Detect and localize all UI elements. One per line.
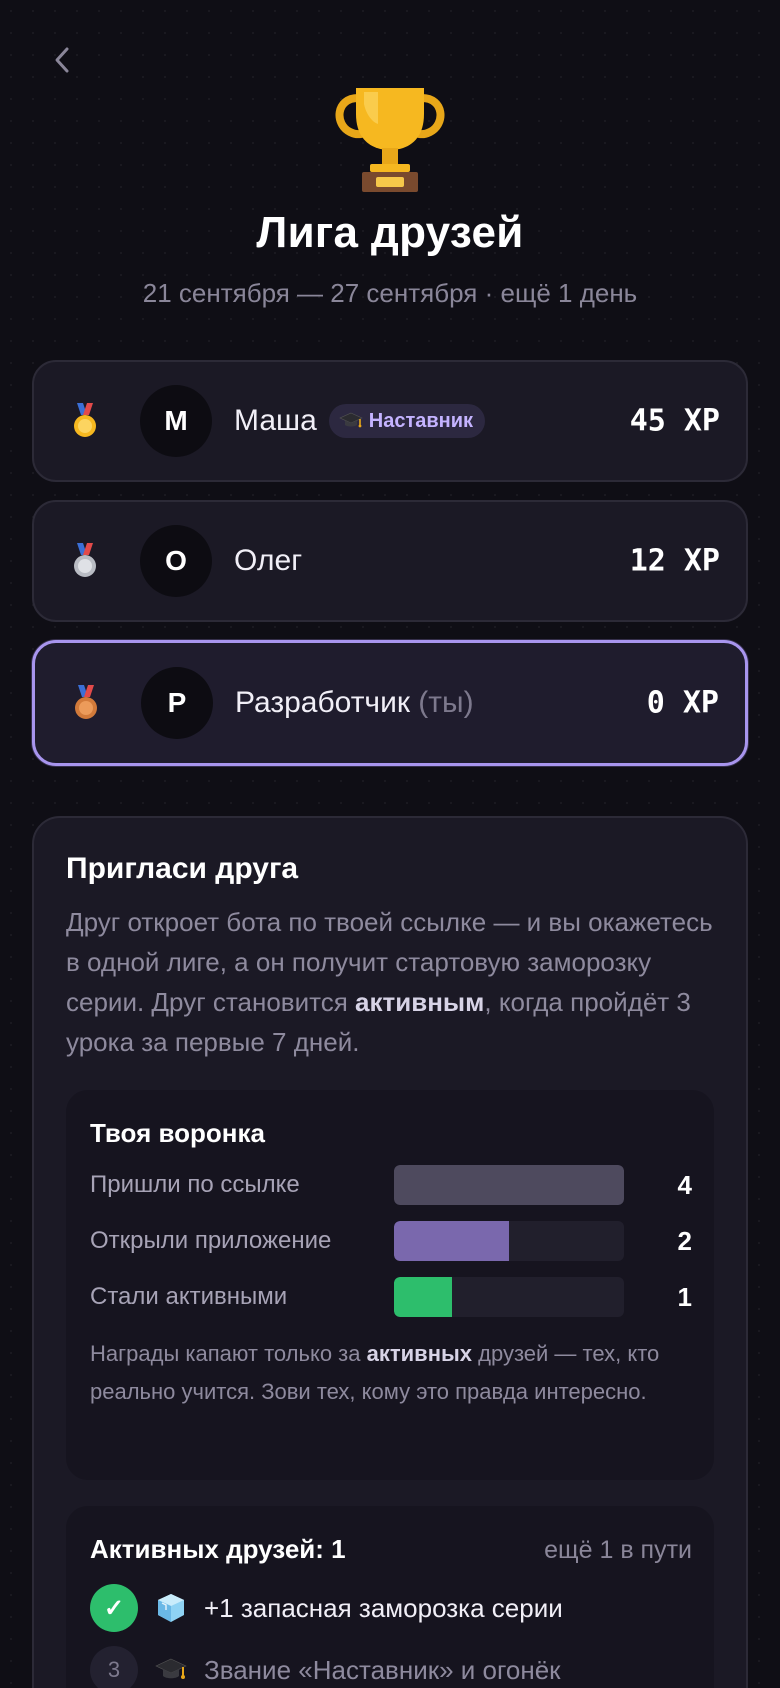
avatar: О: [140, 525, 212, 597]
funnel-title: Твоя воронка: [90, 1118, 265, 1148]
player-xp: 45 XP: [629, 403, 720, 439]
funnel-bar: [393, 1165, 625, 1205]
you-label: (ты): [418, 686, 474, 719]
active-friends-header: Активных друзей: 1 ещё 1 в пути: [90, 1534, 692, 1565]
mentor-badge: Наставник: [328, 404, 486, 438]
funnel-label: Открыли приложение: [90, 1227, 332, 1254]
reward-item: 3 Звание «Наставник» и огонёк: [90, 1645, 692, 1688]
gold-medal-icon: [74, 403, 96, 437]
avatar: Р: [141, 667, 213, 739]
back-button[interactable]: [44, 42, 80, 78]
invite-title: Пригласи друга: [66, 852, 299, 885]
graduation-cap-icon: [339, 412, 363, 428]
player-xp: 0 XP: [646, 685, 719, 721]
check-icon: ✓: [90, 1584, 138, 1632]
trophy-icon: [335, 88, 445, 192]
funnel-note-bold: активных: [366, 1341, 473, 1366]
silver-medal-icon: [74, 543, 96, 577]
player-name: Олег: [234, 544, 303, 577]
funnel-bar-track: [393, 1221, 625, 1261]
funnel-bar: [393, 1277, 452, 1317]
reward-label: +1 запасная заморозка серии: [204, 1592, 563, 1623]
invite-card: Пригласи друга Друг откроет бота по твое…: [32, 816, 748, 1688]
ice-cube-icon: [158, 1594, 184, 1622]
funnel-value: 1: [677, 1281, 692, 1312]
leaderboard-row[interactable]: М Маша Наставник 45 XP: [32, 360, 748, 482]
funnel-value: 4: [677, 1169, 692, 1200]
funnel-note: Награды капают только за активных друзей…: [90, 1335, 692, 1411]
funnel-label: Стали активными: [90, 1283, 288, 1310]
funnel-row: Пришли по ссылке 4: [90, 1165, 692, 1205]
chevron-left-icon: [55, 47, 69, 73]
graduation-cap-icon: [155, 1658, 187, 1679]
player-name-text: Разработчик: [235, 686, 410, 719]
badge-label: Наставник: [368, 409, 474, 432]
avatar: М: [140, 385, 212, 457]
page-title: Лига друзей: [256, 208, 524, 257]
leaderboard-row-current-user[interactable]: Р Разработчик (ты) 0 XP: [32, 640, 748, 766]
leaderboard-row[interactable]: О Олег 12 XP: [32, 500, 748, 622]
funnel-label: Пришли по ссылке: [90, 1171, 300, 1198]
active-friends-pending: ещё 1 в пути: [544, 1536, 692, 1564]
player-name-wrap: Маша Наставник: [234, 404, 486, 438]
player-xp: 12 XP: [629, 543, 720, 579]
step-number: 3: [90, 1646, 138, 1688]
player-name: Разработчик (ты): [235, 686, 474, 720]
reward-item: ✓ +1 запасная заморозка серии: [90, 1583, 692, 1633]
bronze-medal-icon: [75, 685, 97, 719]
funnel-value: 2: [677, 1225, 692, 1256]
funnel-panel: Твоя воронка Пришли по ссылке 4 Открыли …: [66, 1090, 714, 1480]
active-friends-panel: Активных друзей: 1 ещё 1 в пути ✓ +1 зап…: [66, 1506, 714, 1688]
player-name-wrap: Олег: [234, 544, 302, 578]
player-name-wrap: Разработчик (ты): [235, 686, 474, 720]
invite-description: Друг откроет бота по твоей ссылке — и вы…: [66, 902, 714, 1062]
funnel-bar-track: [393, 1277, 625, 1317]
funnel-bar: [393, 1221, 510, 1261]
funnel-bar-track: [393, 1165, 625, 1205]
player-name: Маша: [234, 404, 317, 437]
funnel-row: Открыли приложение 2: [90, 1221, 692, 1261]
funnel-note-1: Награды капают только за: [90, 1341, 367, 1366]
funnel-row: Стали активными 1: [90, 1277, 692, 1317]
league-header: Лига друзей 21 сентября — 27 сентября · …: [0, 84, 780, 309]
invite-text-bold: активным: [355, 987, 485, 1017]
active-friends-count: Активных друзей: 1: [90, 1534, 346, 1564]
reward-label: Звание «Наставник» и огонёк: [204, 1655, 561, 1685]
league-dates: 21 сентября — 27 сентября · ещё 1 день: [142, 278, 638, 308]
